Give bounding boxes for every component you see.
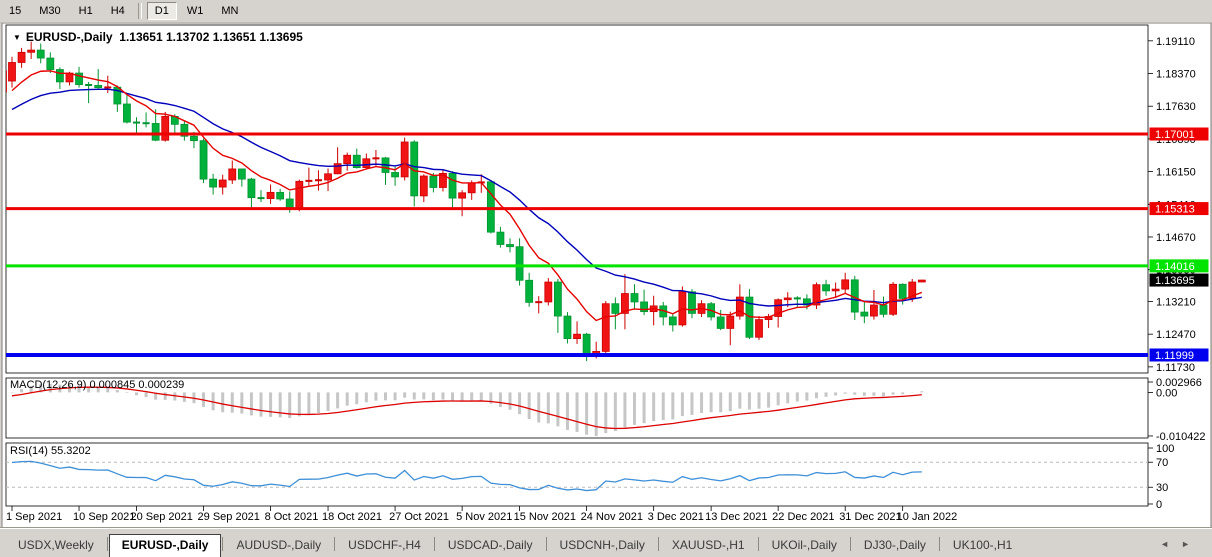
tab-usdcad-daily[interactable]: USDCAD-,Daily — [436, 535, 545, 557]
date-axis-label: 18 Oct 2021 — [322, 511, 382, 523]
price-axis-label: 1.11730 — [1156, 362, 1195, 374]
tabs-scroll-right-button[interactable]: ► — [1181, 539, 1202, 549]
tab-separator — [939, 537, 940, 551]
price-axis-label: 1.16150 — [1156, 167, 1196, 179]
macd-name: MACD(12,26,9) — [10, 379, 86, 391]
price-badge-label: 1.13695 — [1155, 275, 1195, 287]
price-axis-label: 1.19110 — [1156, 36, 1195, 48]
chart-title: ▼ EURUSD-,Daily 1.13651 1.13702 1.13651 1… — [13, 30, 303, 44]
date-axis-label: 31 Dec 2021 — [839, 511, 901, 523]
date-axis-label: 27 Oct 2021 — [389, 511, 449, 523]
tab-usdchf-h4[interactable]: USDCHF-,H4 — [336, 535, 433, 557]
timeframe-button-mn[interactable]: MN — [213, 2, 246, 20]
chart-title-symbol: EURUSD-,Daily — [26, 30, 113, 44]
macd-values: 0.000845 0.000239 — [89, 379, 184, 391]
rsi-axis-label: 100 — [1156, 443, 1174, 455]
mt4-window: 15M30H1H4 D1W1MN 1.19110 1.18370 1.17630 1.1… — [0, 0, 1212, 557]
tab-usdcnh-daily[interactable]: USDCNH-,Daily — [548, 535, 657, 557]
tab-separator — [850, 537, 851, 551]
tab-usdx-weekly[interactable]: USDX,Weekly — [6, 535, 106, 557]
rsi-name: RSI(14) — [10, 445, 48, 457]
timeframe-toolbar: 15M30H1H4 D1W1MN — [0, 0, 1212, 23]
date-axis-label: 3 Dec 2021 — [648, 511, 704, 523]
toolbar-separator — [138, 3, 142, 19]
tab-uk100-h1[interactable]: UK100-,H1 — [941, 535, 1024, 557]
tabs-scroll-arrows: ◄► — [1160, 539, 1202, 549]
date-axis-label: 20 Sep 2021 — [131, 511, 193, 523]
tab-xauusd-h1[interactable]: XAUUSD-,H1 — [660, 535, 757, 557]
timeframe-button-w1[interactable]: W1 — [179, 2, 212, 20]
tab-separator — [434, 537, 435, 551]
rsi-axis-label: 0 — [1156, 499, 1162, 511]
macd-axis-label: -0.010422 — [1156, 431, 1206, 443]
date-axis-label: 15 Nov 2021 — [514, 511, 576, 523]
timeframe-button-m30[interactable]: M30 — [31, 2, 68, 20]
chart-marker-icon: ▼ — [13, 33, 21, 42]
timeframe-button-h4[interactable]: H4 — [103, 2, 133, 20]
tab-separator — [658, 537, 659, 551]
date-axis-label: 5 Nov 2021 — [456, 511, 512, 523]
date-axis-label: 10 Jan 2022 — [897, 511, 958, 523]
tab-separator — [222, 537, 223, 551]
tab-separator — [758, 537, 759, 551]
price-badge-label: 1.11999 — [1155, 350, 1194, 362]
price-badge-label: 1.17001 — [1155, 129, 1195, 141]
rsi-axis-label: 30 — [1156, 482, 1168, 494]
chart-tabs: USDX,WeeklyEURUSD-,DailyAUDUSD-,DailyUSD… — [6, 533, 1024, 557]
price-badge-label: 1.14016 — [1155, 261, 1195, 273]
tab-dj30-daily[interactable]: DJ30-,Daily — [852, 535, 938, 557]
timeframe-button-15[interactable]: 15 — [1, 2, 29, 20]
tab-separator — [334, 537, 335, 551]
price-axis-label: 1.17630 — [1156, 101, 1196, 113]
date-axis-label: 13 Dec 2021 — [705, 511, 767, 523]
tab-separator — [546, 537, 547, 551]
tab-eurusd-daily[interactable]: EURUSD-,Daily — [109, 534, 222, 557]
price-axis-label: 1.14670 — [1156, 232, 1196, 244]
tabs-scroll-left-button[interactable]: ◄ — [1160, 539, 1181, 549]
tab-separator — [107, 537, 108, 551]
date-axis-label: 1 Sep 2021 — [6, 511, 62, 523]
price-axis-label: 1.13210 — [1156, 296, 1196, 308]
rsi-axis-label: 70 — [1156, 457, 1168, 469]
tab-audusd-daily[interactable]: AUDUSD-,Daily — [224, 535, 333, 557]
rsi-indicator-label: RSI(14) 55.3202 — [10, 445, 91, 457]
date-axis-label: 29 Sep 2021 — [198, 511, 260, 523]
price-axis-label: 1.12470 — [1156, 329, 1196, 341]
macd-axis-label: 0.00 — [1156, 387, 1177, 399]
macd-indicator-label: MACD(12,26,9) 0.000845 0.000239 — [10, 379, 184, 391]
rsi-value: 55.3202 — [51, 445, 91, 457]
date-axis-label: 24 Nov 2021 — [581, 511, 643, 523]
date-axis-label: 22 Dec 2021 — [772, 511, 834, 523]
price-badge-label: 1.15313 — [1155, 204, 1195, 216]
chart-title-quote: 1.13651 1.13702 1.13651 1.13695 — [119, 30, 303, 44]
chart-tabs-bar: USDX,WeeklyEURUSD-,DailyAUDUSD-,DailyUSD… — [0, 528, 1212, 557]
date-axis-label: 8 Oct 2021 — [265, 511, 319, 523]
price-axis-label: 1.18370 — [1156, 69, 1196, 81]
timeframe-button-d1[interactable]: D1 — [147, 2, 177, 20]
chart-canvas[interactable]: 1.191101.183701.176301.168901.161501.154… — [0, 22, 1212, 529]
chart-window: 1.191101.183701.176301.168901.161501.154… — [0, 22, 1212, 529]
timeframe-button-h1[interactable]: H1 — [71, 2, 101, 20]
date-axis-label: 10 Sep 2021 — [73, 511, 135, 523]
tab-ukoil-daily[interactable]: UKOil-,Daily — [760, 535, 849, 557]
